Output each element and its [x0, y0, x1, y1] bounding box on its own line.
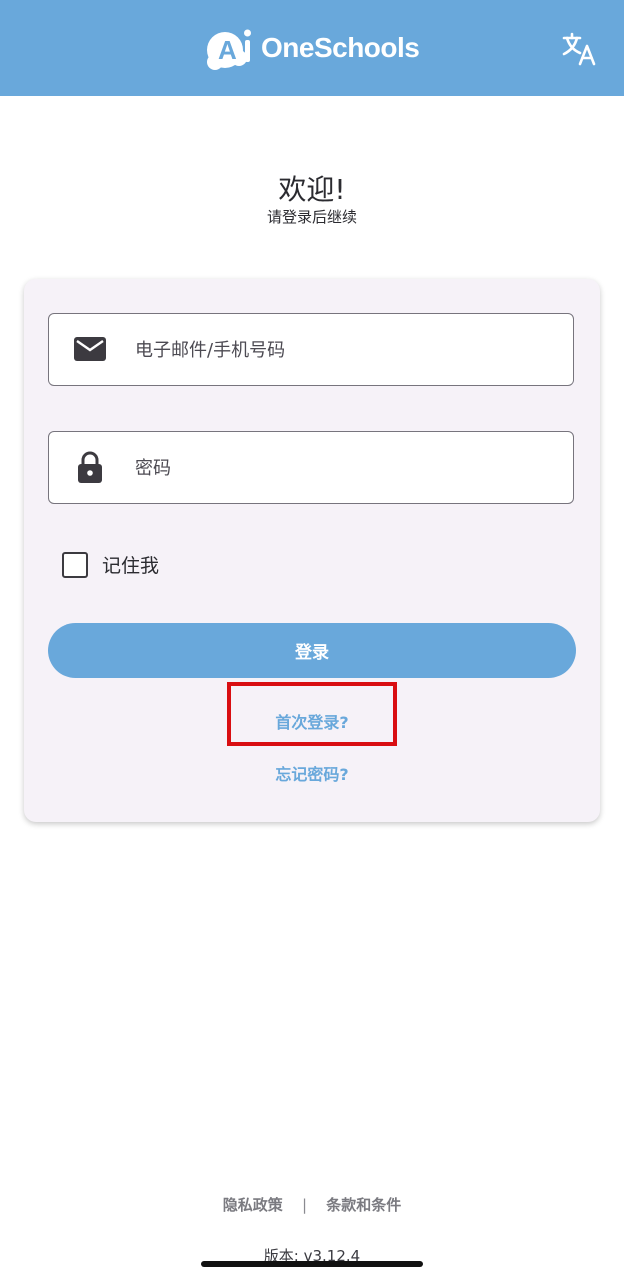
login-card: 记住我 登录 首次登录? 忘记密码? — [24, 279, 600, 822]
welcome-title: 欢迎! — [278, 173, 346, 206]
logo-mark-icon: A — [205, 24, 257, 72]
home-indicator — [201, 1261, 423, 1267]
app-header: A OneSchools — [0, 0, 624, 96]
terms-link[interactable]: 条款和条件 — [326, 1194, 401, 1215]
app-logo: A OneSchools — [205, 24, 420, 72]
lock-icon — [78, 451, 102, 483]
translate-button[interactable] — [560, 30, 598, 68]
footer-separator: | — [301, 1196, 308, 1214]
remember-checkbox[interactable] — [62, 551, 88, 578]
forgot-password-link[interactable]: 忘记密码? — [24, 761, 600, 785]
welcome-subtitle: 请登录后继续 — [266, 208, 357, 226]
remember-me[interactable]: 记住我 — [62, 551, 159, 578]
password-field[interactable] — [48, 431, 574, 504]
privacy-policy-link[interactable]: 隐私政策 — [223, 1194, 283, 1215]
translate-icon — [562, 32, 596, 66]
remember-label: 记住我 — [102, 555, 160, 577]
login-button[interactable]: 登录 — [48, 623, 576, 678]
svg-text:A: A — [218, 35, 237, 65]
password-input[interactable] — [133, 432, 557, 504]
footer-links: 隐私政策 | 条款和条件 — [0, 1194, 624, 1215]
envelope-icon — [74, 337, 106, 361]
logo-text: OneSchools — [261, 32, 420, 63]
email-field[interactable] — [48, 313, 574, 386]
email-input[interactable] — [133, 314, 557, 386]
highlight-box — [227, 682, 397, 746]
